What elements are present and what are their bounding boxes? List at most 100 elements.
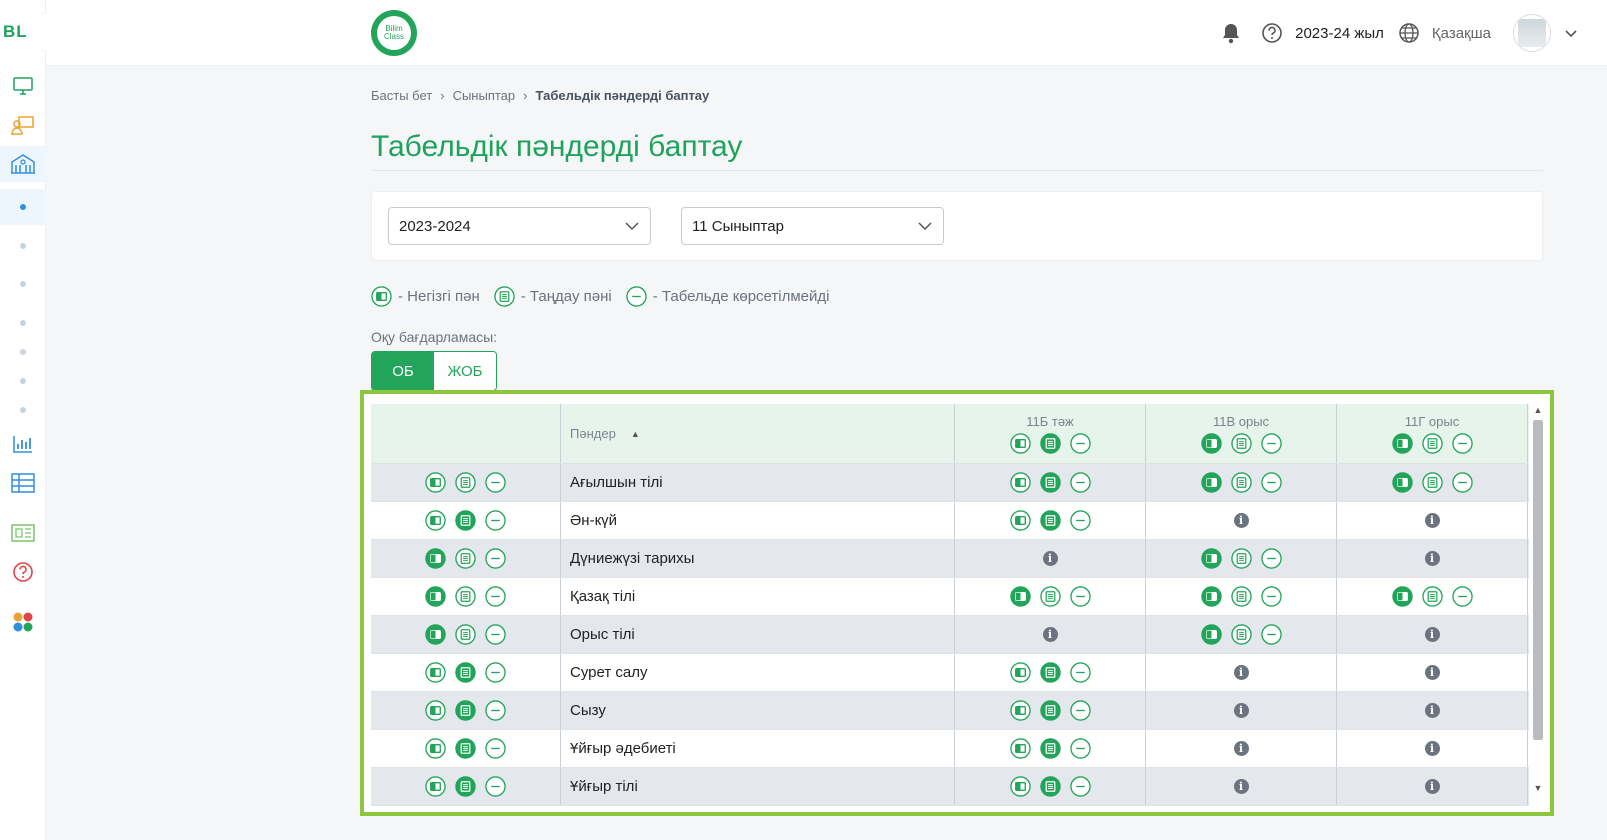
info-icon[interactable]: i — [1233, 779, 1249, 794]
bilimclass-logo[interactable]: Bilim Class — [371, 10, 417, 56]
main-subject-icon[interactable] — [425, 700, 446, 721]
hidden-subject-icon[interactable] — [485, 510, 506, 531]
hidden-subject-icon[interactable] — [1069, 662, 1091, 683]
program-option-ob[interactable]: ОБ — [372, 352, 434, 390]
main-subject-icon[interactable] — [1200, 586, 1222, 607]
info-icon[interactable]: i — [1424, 779, 1440, 794]
scroll-thumb[interactable] — [1533, 420, 1543, 740]
scroll-up-arrow-icon[interactable]: ▲ — [1532, 404, 1544, 416]
info-icon[interactable]: i — [1233, 665, 1249, 680]
sidebar-subitem-7[interactable] — [0, 392, 46, 428]
elective-subject-icon[interactable] — [1039, 776, 1061, 797]
elective-subject-icon[interactable] — [1421, 472, 1443, 493]
main-subject-icon[interactable] — [1391, 432, 1413, 454]
hidden-subject-icon[interactable] — [485, 472, 506, 493]
sidebar-item-monitor[interactable] — [0, 68, 46, 104]
hidden-subject-icon[interactable] — [485, 738, 506, 759]
elective-subject-icon[interactable] — [1039, 510, 1061, 531]
info-icon[interactable]: i — [1424, 513, 1440, 528]
hidden-subject-icon[interactable] — [1069, 738, 1091, 759]
main-subject-icon[interactable] — [1009, 662, 1031, 683]
elective-subject-icon[interactable] — [1039, 700, 1061, 721]
info-icon[interactable]: i — [1233, 513, 1249, 528]
main-subject-icon[interactable] — [1009, 586, 1031, 607]
main-subject-icon[interactable] — [425, 510, 446, 531]
scroll-down-arrow-icon[interactable]: ▼ — [1532, 782, 1544, 794]
elective-subject-icon[interactable] — [455, 586, 476, 607]
hidden-subject-icon[interactable] — [1260, 432, 1282, 454]
hidden-subject-icon[interactable] — [1451, 432, 1473, 454]
elective-subject-icon[interactable] — [455, 738, 476, 759]
main-subject-icon[interactable] — [1009, 472, 1031, 493]
hidden-subject-icon[interactable] — [1069, 432, 1091, 454]
info-icon[interactable]: i — [1424, 551, 1440, 566]
elective-subject-icon[interactable] — [1039, 432, 1061, 454]
sidebar-item-tables[interactable] — [0, 465, 46, 501]
hidden-subject-icon[interactable] — [1069, 776, 1091, 797]
info-icon[interactable]: i — [1233, 703, 1249, 718]
elective-subject-icon[interactable] — [455, 510, 476, 531]
elective-subject-icon[interactable] — [455, 548, 476, 569]
hidden-subject-icon[interactable] — [1260, 624, 1282, 645]
elective-subject-icon[interactable] — [1421, 586, 1443, 607]
main-subject-icon[interactable] — [425, 776, 446, 797]
main-subject-icon[interactable] — [1009, 738, 1031, 759]
elective-subject-icon[interactable] — [1230, 432, 1252, 454]
hidden-subject-icon[interactable] — [485, 586, 506, 607]
main-subject-icon[interactable] — [1009, 432, 1031, 454]
main-subject-icon[interactable] — [1009, 700, 1031, 721]
info-icon[interactable]: i — [1424, 741, 1440, 756]
hidden-subject-icon[interactable] — [485, 700, 506, 721]
main-subject-icon[interactable] — [1009, 776, 1031, 797]
hidden-subject-icon[interactable] — [1069, 700, 1091, 721]
main-subject-icon[interactable] — [1200, 472, 1222, 493]
hidden-subject-icon[interactable] — [1069, 586, 1091, 607]
year-select[interactable]: 2023-2024 — [388, 207, 651, 245]
elective-subject-icon[interactable] — [1421, 432, 1443, 454]
hidden-subject-icon[interactable] — [485, 776, 506, 797]
info-icon[interactable]: i — [1042, 551, 1058, 566]
main-subject-icon[interactable] — [425, 624, 446, 645]
elective-subject-icon[interactable] — [1039, 662, 1061, 683]
hidden-subject-icon[interactable] — [1260, 548, 1282, 569]
subjects-column-header[interactable]: Пәндер ▲ — [561, 404, 955, 463]
main-subject-icon[interactable] — [425, 662, 446, 683]
sidebar-item-teacher[interactable] — [0, 107, 46, 143]
hidden-subject-icon[interactable] — [485, 624, 506, 645]
help-circle-icon[interactable] — [1261, 22, 1283, 44]
elective-subject-icon[interactable] — [1039, 738, 1061, 759]
avatar[interactable] — [1513, 14, 1551, 52]
info-icon[interactable]: i — [1042, 627, 1058, 642]
program-option-zhob[interactable]: ЖОБ — [434, 352, 496, 390]
main-subject-icon[interactable] — [1200, 548, 1222, 569]
main-subject-icon[interactable] — [1200, 624, 1222, 645]
info-icon[interactable]: i — [1424, 703, 1440, 718]
main-subject-icon[interactable] — [425, 586, 446, 607]
hidden-subject-icon[interactable] — [1069, 510, 1091, 531]
hidden-subject-icon[interactable] — [1451, 586, 1473, 607]
bell-icon[interactable] — [1221, 22, 1241, 44]
sidebar-subitem-2[interactable] — [0, 228, 46, 264]
elective-subject-icon[interactable] — [455, 776, 476, 797]
sidebar-item-help[interactable] — [0, 554, 46, 590]
hidden-subject-icon[interactable] — [1260, 472, 1282, 493]
hidden-subject-icon[interactable] — [1451, 472, 1473, 493]
sidebar-item-school[interactable] — [0, 146, 46, 182]
elective-subject-icon[interactable] — [455, 700, 476, 721]
main-subject-icon[interactable] — [1009, 510, 1031, 531]
info-icon[interactable]: i — [1424, 627, 1440, 642]
info-icon[interactable]: i — [1233, 741, 1249, 756]
language-selector[interactable]: Қазақша — [1432, 25, 1491, 42]
main-subject-icon[interactable] — [425, 738, 446, 759]
elective-subject-icon[interactable] — [1230, 548, 1252, 569]
academic-year-selector[interactable]: 2023-24 жыл — [1295, 25, 1384, 42]
main-subject-icon[interactable] — [425, 472, 446, 493]
info-icon[interactable]: i — [1424, 665, 1440, 680]
elective-subject-icon[interactable] — [1230, 472, 1252, 493]
elective-subject-icon[interactable] — [1039, 586, 1061, 607]
sidebar-item-reports[interactable] — [0, 426, 46, 462]
elective-subject-icon[interactable] — [1039, 472, 1061, 493]
main-subject-icon[interactable] — [1200, 432, 1222, 454]
hidden-subject-icon[interactable] — [485, 548, 506, 569]
elective-subject-icon[interactable] — [455, 662, 476, 683]
